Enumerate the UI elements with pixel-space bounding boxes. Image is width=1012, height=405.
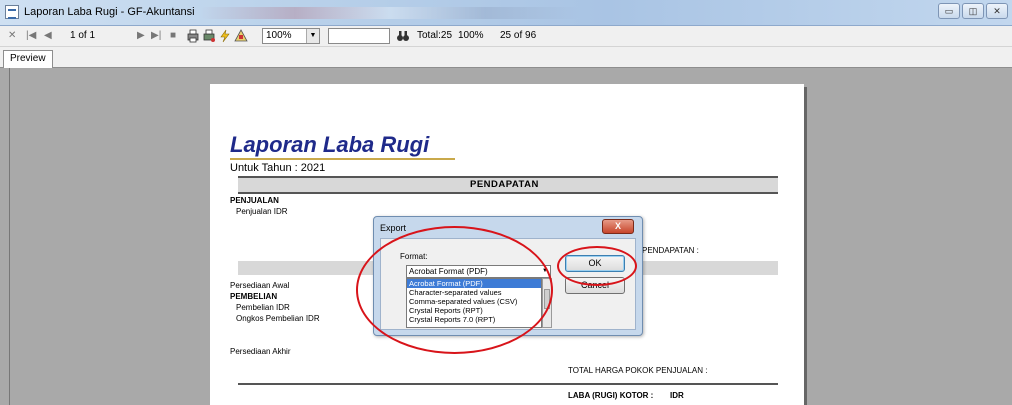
persediaan-akhir: Persediaan Akhir (230, 347, 291, 356)
divider (238, 192, 778, 194)
print-icon[interactable] (186, 29, 200, 43)
maximize-button[interactable]: ◫ (962, 3, 984, 19)
close-view-icon[interactable]: ✕ (8, 30, 16, 41)
printer-setup-icon[interactable] (202, 29, 216, 43)
dialog-close-button[interactable]: X (602, 219, 634, 234)
binoculars-icon[interactable] (396, 29, 410, 43)
annotation-ring-ok-button (557, 246, 637, 286)
app-icon (5, 5, 19, 19)
section-header-pendapatan: PENDAPATAN (470, 179, 539, 190)
ongkos-pembelian: Ongkos Pembelian IDR (236, 314, 320, 323)
viewer-toolbar: ✕ |◀ ◀ 1 of 1 ▶ ▶| ■ 100% ▼ Total:25 100… (0, 26, 1012, 47)
prev-page-icon[interactable]: ◀ (44, 30, 52, 41)
page-indicator: 1 of 1 (70, 30, 96, 41)
window-controls: ▭ ◫ ✕ (938, 3, 1008, 19)
report-subtitle: Untuk Tahun : 2021 (230, 162, 326, 174)
zoom-value: 100% (266, 30, 292, 41)
record-percent: 100% (458, 30, 484, 41)
chevron-down-icon[interactable]: ▼ (306, 29, 319, 43)
persediaan-awal: Persediaan Awal (230, 281, 290, 290)
divider (238, 383, 778, 385)
tab-bar: Preview (0, 47, 1012, 68)
title-bar: Laporan Laba Rugi - GF-Akuntansi ▭ ◫ ✕ (0, 0, 1012, 26)
window-title: Laporan Laba Rugi - GF-Akuntansi (24, 6, 195, 18)
search-input[interactable] (328, 28, 390, 44)
close-window-button[interactable]: ✕ (986, 3, 1008, 19)
annotation-ring-format-list (356, 226, 553, 354)
total-pendapatan-label: PENDAPATAN : (642, 246, 699, 255)
next-page-icon[interactable]: ▶ (137, 30, 145, 41)
report-title: Laporan Laba Rugi (230, 132, 430, 157)
penjualan-header: PENJUALAN (230, 196, 279, 205)
record-total: Total:25 (417, 30, 453, 41)
refresh-lightning-icon[interactable] (218, 29, 232, 43)
pembelian-header: PEMBELIAN (230, 292, 278, 301)
tab-preview[interactable]: Preview (3, 50, 53, 68)
export-icon[interactable] (234, 29, 248, 43)
penjualan-idr: Penjualan IDR (236, 207, 288, 216)
title-bar-decoration (200, 7, 580, 19)
pembelian-idr: Pembelian IDR (236, 303, 290, 312)
minimize-button[interactable]: ▭ (938, 3, 960, 19)
application-window: Laporan Laba Rugi - GF-Akuntansi ▭ ◫ ✕ ✕… (0, 0, 1012, 405)
currency-label: IDR (670, 391, 684, 400)
stop-icon[interactable]: ■ (170, 30, 176, 41)
last-page-icon[interactable]: ▶| (151, 30, 161, 41)
total-hpp-label: TOTAL HARGA POKOK PENJUALAN : (568, 366, 708, 375)
dialog-title: Export (380, 223, 407, 233)
laba-kotor-label: LABA (RUGI) KOTOR : (568, 391, 654, 400)
first-page-icon[interactable]: |◀ (26, 30, 36, 41)
record-count: 25 of 96 (500, 30, 537, 41)
zoom-select[interactable]: 100% ▼ (262, 28, 320, 44)
title-underline (230, 158, 455, 160)
